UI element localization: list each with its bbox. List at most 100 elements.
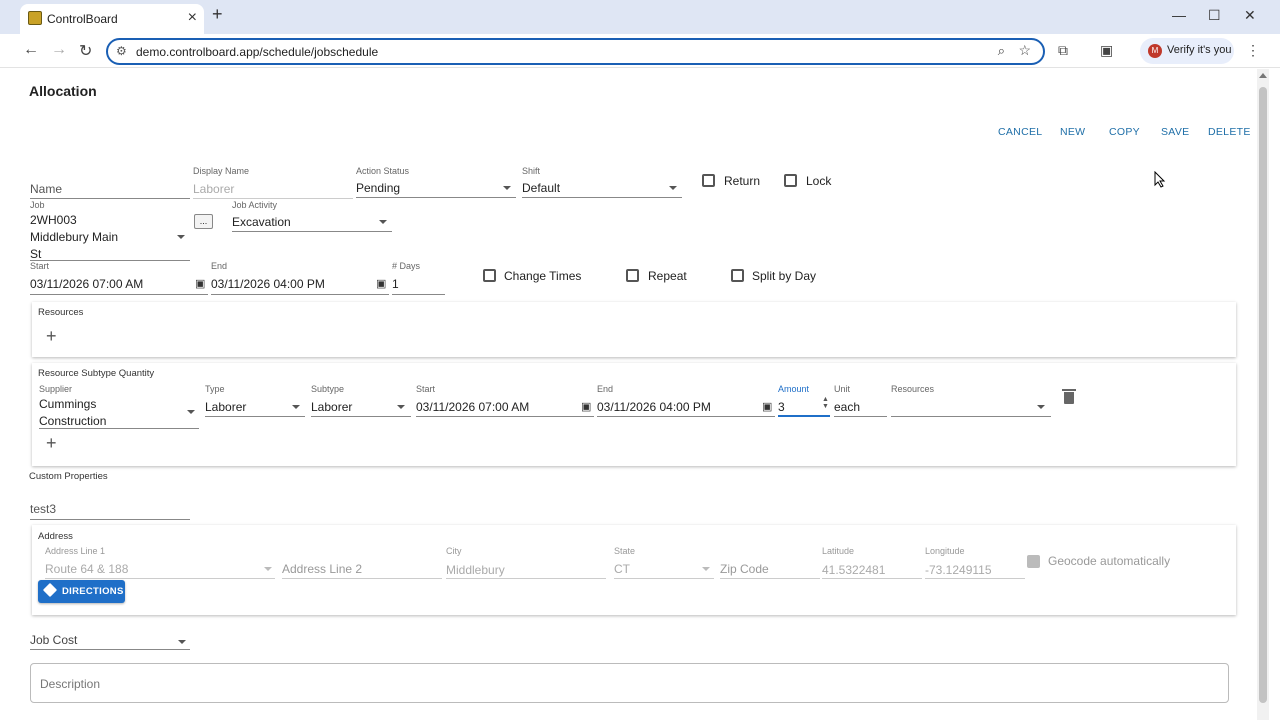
delete-row-trash-icon[interactable]: [1062, 389, 1076, 404]
sq-start-calendar-icon[interactable]: ▣: [581, 400, 591, 413]
state-select[interactable]: CT: [614, 562, 630, 576]
job-value-line1[interactable]: 2WH003: [30, 213, 77, 227]
job-activity-caret-icon[interactable]: [379, 220, 387, 224]
controlboard-favicon-icon: [28, 11, 42, 25]
split-by-day-checkbox[interactable]: [731, 269, 744, 282]
end-datetime-input[interactable]: 03/11/2026 04:00 PM: [211, 277, 325, 291]
window-close-icon[interactable]: ✕: [1244, 7, 1256, 24]
browser-tab[interactable]: ControlBoard ×: [20, 4, 204, 34]
geocode-checkbox[interactable]: [1027, 555, 1040, 568]
job-value-line2[interactable]: Middlebury Main: [30, 230, 118, 244]
subtype-select[interactable]: Laborer: [311, 400, 352, 414]
start-datetime-input[interactable]: 03/11/2026 07:00 AM: [30, 277, 143, 291]
job-caret-icon[interactable]: [177, 235, 185, 239]
change-times-label: Change Times: [504, 269, 582, 283]
lock-checkbox[interactable]: [784, 174, 797, 187]
job-cost-caret-icon[interactable]: [178, 640, 186, 644]
scroll-up-icon[interactable]: [1259, 73, 1267, 78]
profile-button[interactable]: M Verify it's you: [1140, 38, 1234, 64]
cancel-button[interactable]: CANCEL: [998, 126, 1042, 138]
custom-property-input[interactable]: test3: [30, 502, 56, 516]
scrollbar-thumb[interactable]: [1259, 87, 1267, 703]
forward-icon[interactable]: →: [51, 41, 67, 59]
copy-button[interactable]: COPY: [1109, 126, 1140, 138]
maximize-icon[interactable]: ☐: [1208, 7, 1221, 24]
avatar: M: [1148, 44, 1162, 58]
job-browse-button[interactable]: ...: [194, 214, 213, 229]
shift-caret-icon[interactable]: [669, 186, 677, 190]
amount-input[interactable]: 3: [778, 400, 785, 414]
shift-select[interactable]: Default: [522, 181, 560, 195]
subtype-underline: [311, 416, 411, 417]
site-info-icon[interactable]: ⚙: [116, 44, 127, 58]
state-caret-icon[interactable]: [702, 567, 710, 571]
address-line1-select[interactable]: Route 64 & 188: [45, 562, 128, 576]
lock-label: Lock: [806, 174, 832, 188]
type-caret-icon[interactable]: [292, 405, 300, 409]
directions-button[interactable]: DIRECTIONS: [38, 580, 125, 603]
supplier-caret-icon[interactable]: [187, 410, 195, 414]
address-line2-field[interactable]: Address Line 2: [282, 562, 362, 576]
tab-search-icon[interactable]: ▣: [1100, 42, 1113, 59]
supplier-underline: [39, 428, 199, 429]
reload-icon[interactable]: ↻: [79, 41, 92, 61]
sq-end-datetime-input[interactable]: 03/11/2026 04:00 PM: [597, 400, 711, 414]
name-field[interactable]: Name: [30, 182, 62, 196]
add-subtype-quantity-icon[interactable]: +: [46, 434, 57, 452]
change-times-checkbox[interactable]: [483, 269, 496, 282]
action-status-select[interactable]: Pending: [356, 181, 400, 195]
browser-tab-bar: ControlBoard × + — ☐ ✕: [0, 0, 1280, 34]
new-tab-icon[interactable]: +: [212, 4, 223, 25]
display-name-field[interactable]: Laborer: [193, 182, 234, 196]
repeat-checkbox[interactable]: [626, 269, 639, 282]
type-select[interactable]: Laborer: [205, 400, 246, 414]
directions-icon: [42, 582, 58, 598]
back-icon[interactable]: ←: [23, 41, 39, 59]
days-input[interactable]: 1: [392, 277, 399, 291]
supplier-value-line1[interactable]: Cummings: [39, 397, 96, 411]
supplier-value-line2[interactable]: Construction: [39, 414, 106, 428]
address-title: Address: [38, 531, 73, 542]
display-name-underline: [193, 198, 353, 199]
job-cost-select[interactable]: Job Cost: [30, 633, 77, 647]
job-activity-label: Job Activity: [232, 200, 278, 210]
address-bar[interactable]: ⚙ demo.controlboard.app/schedule/jobsche…: [106, 38, 1045, 65]
job-activity-select[interactable]: Excavation: [232, 215, 291, 229]
minimize-icon[interactable]: —: [1172, 7, 1186, 23]
shift-underline: [522, 197, 682, 198]
add-resource-icon[interactable]: +: [46, 327, 57, 345]
return-checkbox[interactable]: [702, 174, 715, 187]
tab-close-icon[interactable]: ×: [188, 9, 197, 27]
allocation-page: Allocation CANCEL NEW COPY SAVE DELETE N…: [12, 69, 1270, 720]
subtype-caret-icon[interactable]: [397, 405, 405, 409]
unit-input[interactable]: each: [834, 400, 860, 414]
action-status-caret-icon[interactable]: [503, 186, 511, 190]
extensions-icon[interactable]: ⧉: [1058, 42, 1068, 59]
address-line1-caret-icon[interactable]: [264, 567, 272, 571]
action-status-underline: [356, 197, 516, 198]
zip-code-field[interactable]: Zip Code: [720, 562, 769, 576]
zoom-icon[interactable]: ⌕: [998, 43, 1005, 59]
sq-start-datetime-input[interactable]: 03/11/2026 07:00 AM: [416, 400, 529, 414]
start-calendar-icon[interactable]: ▣: [195, 277, 205, 290]
sq-end-calendar-icon[interactable]: ▣: [762, 400, 772, 413]
sq-resources-caret-icon[interactable]: [1037, 405, 1045, 409]
bookmark-star-icon[interactable]: ☆: [1018, 42, 1031, 59]
split-by-day-label: Split by Day: [752, 269, 817, 283]
new-button[interactable]: NEW: [1060, 126, 1085, 138]
city-field[interactable]: Middlebury: [446, 563, 505, 577]
longitude-field[interactable]: -73.1249115: [925, 563, 992, 577]
description-textarea[interactable]: Description: [30, 663, 1229, 703]
job-value-line3[interactable]: St: [30, 247, 41, 261]
save-button[interactable]: SAVE: [1161, 126, 1189, 138]
end-calendar-icon[interactable]: ▣: [376, 277, 386, 290]
delete-button[interactable]: DELETE: [1208, 126, 1251, 138]
unit-underline: [834, 416, 887, 417]
tab-title: ControlBoard: [47, 12, 118, 26]
amount-stepper-icon[interactable]: ▲ ▼: [822, 396, 829, 410]
latitude-field[interactable]: 41.5322481: [822, 563, 885, 577]
job-label: Job: [30, 200, 45, 210]
page-scrollbar[interactable]: [1257, 69, 1269, 720]
state-label: State: [614, 546, 636, 556]
browser-menu-icon[interactable]: ⋮: [1246, 42, 1260, 59]
